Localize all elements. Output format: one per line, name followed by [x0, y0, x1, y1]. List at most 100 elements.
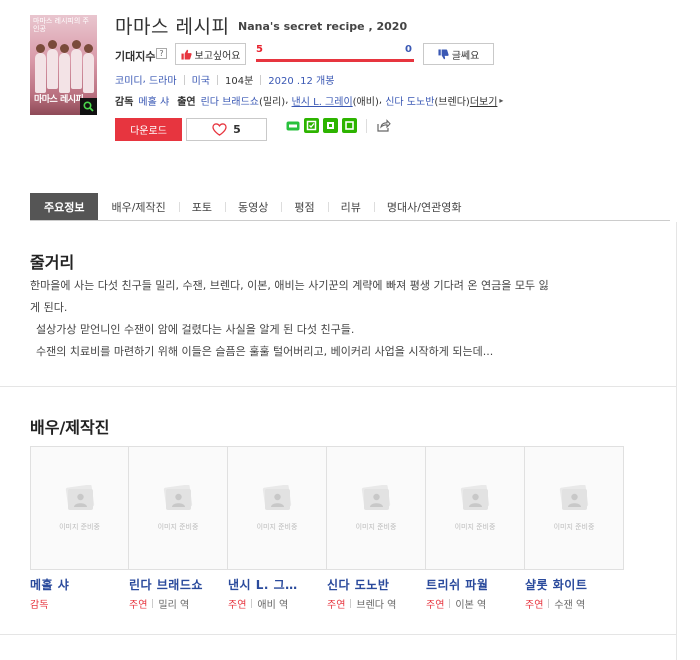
placeholder-text: 이미지 준비중: [454, 523, 496, 531]
divider: [260, 74, 262, 85]
cast-name[interactable]: 트리쉬 파월: [426, 576, 525, 593]
more-link[interactable]: 더보기: [470, 93, 498, 108]
cast-photo-placeholder[interactable]: 이미지 준비중: [129, 446, 228, 570]
cast-card[interactable]: 이미지 준비중 신다 도노반 주연 브렌다 역: [327, 446, 426, 611]
anticipation-label: 기대지수: [115, 50, 156, 63]
tab-cast-crew[interactable]: 배우/제작진: [98, 193, 178, 220]
genre-link[interactable]: 드라마: [149, 72, 177, 87]
section-divider: [0, 386, 676, 387]
cast-card[interactable]: 이미지 준비중 메홀 샤 감독: [30, 446, 129, 611]
cast-card[interactable]: 이미지 준비중 낸시 L. 그… 주연 애비 역: [228, 446, 327, 611]
poster-figure: [35, 44, 46, 93]
cast-name[interactable]: 샬롯 화이트: [525, 576, 624, 593]
cast-role: 주연 밀리 역: [129, 596, 228, 611]
thumbs-down-icon: [438, 48, 449, 59]
tab-reviews[interactable]: 리뷰: [327, 193, 374, 220]
poster-figure: [83, 44, 94, 93]
sidebar-border: [676, 222, 700, 370]
cast-role: (브렌다): [434, 97, 470, 108]
divider: [183, 74, 185, 85]
director-link[interactable]: 메홀 샤: [138, 93, 169, 108]
cast-photo-placeholder[interactable]: 이미지 준비중: [327, 446, 426, 570]
cast-grid: 이미지 준비중 메홀 샤 감독 이미지 준비중 린다 브래드쇼 주연 밀리 역 …: [30, 446, 624, 611]
cast-name[interactable]: 린다 브래드쇼: [129, 576, 228, 593]
cast-photo-placeholder[interactable]: 이미지 준비중: [426, 446, 525, 570]
download-button[interactable]: 다운로드: [115, 118, 182, 141]
cast-role: 주연 브렌다 역: [327, 596, 426, 611]
cast-link[interactable]: 낸시 L. 그레이: [292, 93, 353, 108]
person-placeholder-icon: [65, 485, 95, 510]
tab-bar: 주요정보 배우/제작진 포토 동영상 평점 리뷰 명대사/연관영화: [30, 193, 670, 221]
synopsis-line: 수잰의 치료비를 마련하기 위해 이들은 슬픔은 훌훌 털어버리고, 베이커리 …: [36, 345, 494, 358]
want-to-see-label: 보고싶어요: [194, 50, 241, 62]
like-button[interactable]: 5: [186, 118, 267, 141]
cast-photo-placeholder[interactable]: 이미지 준비중: [525, 446, 624, 570]
character-name: 수잰 역: [554, 600, 586, 611]
character-name: 이본 역: [455, 600, 487, 611]
synopsis-heading: 줄거리: [30, 253, 75, 272]
want-count: 5: [256, 44, 263, 55]
synopsis-text: 한마을에 사는 다섯 친구들 밀리, 수잰, 브렌다, 이본, 애비는 사기꾼의…: [30, 275, 630, 363]
divider: [366, 118, 367, 133]
tab-quotes-related[interactable]: 명대사/연관영화: [373, 193, 475, 220]
cast-card[interactable]: 이미지 준비중 샬롯 화이트 주연 수잰 역: [525, 446, 624, 611]
movie-poster[interactable]: 마마스 레시피의 주인공 마마스 레시피: [30, 15, 97, 115]
magnify-icon: [83, 101, 94, 112]
cast-name[interactable]: 신다 도노반: [327, 576, 426, 593]
person-placeholder-icon: [460, 485, 490, 510]
chevron-right-icon: ▸: [499, 96, 504, 105]
not-sure-button[interactable]: 글쎄요: [423, 43, 494, 65]
cast-card[interactable]: 이미지 준비중 린다 브래드쇼 주연 밀리 역: [129, 446, 228, 611]
placeholder-text: 이미지 준비중: [256, 523, 298, 531]
cast-role: 주연 이본 역: [426, 596, 525, 611]
section-divider: [0, 634, 676, 635]
cast-photo-placeholder[interactable]: 이미지 준비중: [30, 446, 129, 570]
cast-type: 감독: [30, 600, 49, 611]
thumbs-up-icon: [180, 49, 192, 60]
cast-name[interactable]: 낸시 L. 그…: [228, 576, 327, 593]
kakao-icon[interactable]: [304, 118, 319, 133]
blog-icon[interactable]: [342, 118, 357, 133]
cast-link[interactable]: 신다 도노반: [385, 93, 434, 108]
want-to-see-button[interactable]: 보고싶어요: [175, 43, 246, 65]
poster-tagline: 마마스 레시피의 주인공: [33, 17, 89, 33]
share-icon[interactable]: [376, 118, 391, 133]
poster-zoom-button[interactable]: [80, 98, 97, 115]
tab-photos[interactable]: 포토: [178, 193, 225, 220]
cast-photo-placeholder[interactable]: 이미지 준비중: [228, 446, 327, 570]
person-placeholder-icon: [163, 485, 193, 510]
cast-heading: 배우/제작진: [30, 418, 110, 437]
cast-label: 출연: [177, 97, 196, 108]
cast-role: 감독: [30, 596, 129, 611]
cast-role: 주연 애비 역: [228, 596, 327, 611]
cast-type: 주연: [525, 600, 544, 611]
poster-figure: [59, 44, 70, 93]
placeholder-text: 이미지 준비중: [553, 523, 595, 531]
naver-icon[interactable]: [323, 118, 338, 133]
synopsis-line: 한마을에 사는 다섯 친구들 밀리, 수잰, 브렌다, 이본, 애비는 사기꾼의…: [30, 279, 549, 292]
character-name: 밀리 역: [158, 600, 190, 611]
country-link[interactable]: 미국: [192, 72, 210, 87]
share-bar: [285, 118, 391, 133]
help-icon[interactable]: ?: [156, 48, 167, 59]
anticipation-gauge: [256, 59, 414, 62]
person-placeholder-icon: [262, 485, 292, 510]
tab-ratings[interactable]: 평점: [281, 193, 327, 220]
cast-card[interactable]: 이미지 준비중 트리쉬 파월 주연 이본 역: [426, 446, 525, 611]
placeholder-text: 이미지 준비중: [355, 523, 397, 531]
dislike-count: 0: [405, 44, 412, 55]
cast-type: 주연: [228, 600, 247, 611]
tab-main-info[interactable]: 주요정보: [30, 193, 99, 220]
band-icon[interactable]: [285, 118, 300, 133]
cast-role: (애비): [352, 97, 379, 108]
cast-link[interactable]: 린다 브래드쇼: [201, 93, 259, 108]
genre-link[interactable]: 코미디: [115, 72, 143, 87]
director-label: 감독: [115, 97, 134, 108]
cast-name[interactable]: 메홀 샤: [30, 576, 129, 593]
not-sure-label: 글쎄요: [451, 50, 480, 62]
character-name: 애비 역: [257, 600, 289, 611]
person-placeholder-icon: [559, 485, 589, 510]
tab-videos[interactable]: 동영상: [225, 193, 281, 220]
cast-type: 주연: [129, 600, 148, 611]
release-date-link[interactable]: 2020 .12 개봉: [268, 72, 334, 87]
